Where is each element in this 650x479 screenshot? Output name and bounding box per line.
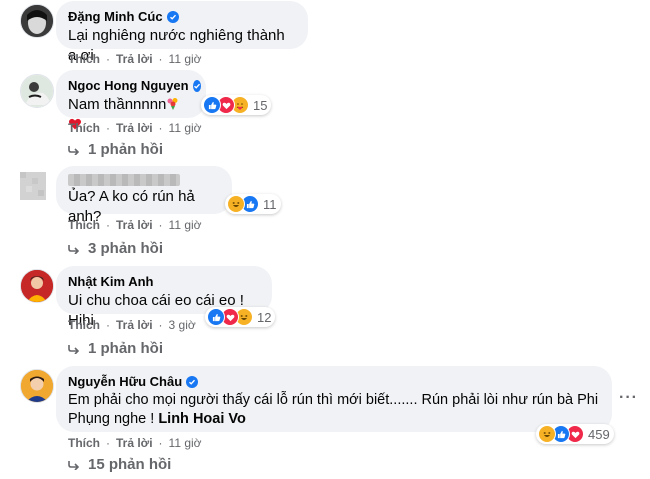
haha-reaction-icon <box>538 425 556 443</box>
reactions-summary[interactable]: 11 <box>225 194 281 214</box>
reply-arrow-icon <box>68 344 80 354</box>
like-link[interactable]: Thích <box>68 121 100 135</box>
comment-actions: Thích · Trả lời · 11 giờ <box>68 436 202 450</box>
comment-text-line: Phụng nghe ! Linh Hoai Vo <box>68 410 600 429</box>
comment-time[interactable]: 11 giờ <box>169 52 202 66</box>
view-replies-link[interactable]: 1 phản hồi <box>68 141 163 158</box>
comment-actions: Thích · Trả lời · 11 giờ <box>68 121 202 135</box>
commenter-name[interactable]: Đặng Minh Cúc <box>68 9 296 25</box>
reply-arrow-icon <box>68 460 80 470</box>
avatar[interactable] <box>20 269 54 303</box>
comment-text-content: Nam thầnnnnn <box>68 96 167 113</box>
replies-count[interactable]: 1 phản hồi <box>88 141 163 158</box>
bouquet-emoji-icon <box>166 97 180 111</box>
like-reaction-icon <box>203 96 221 114</box>
comment-bubble: Nguyễn Hữu Châu Em phải cho mọi người th… <box>56 366 612 432</box>
reply-link[interactable]: Trả lời <box>116 436 153 450</box>
reactions-summary[interactable]: 459 <box>536 424 614 444</box>
view-replies-link[interactable]: 1 phản hồi <box>68 340 163 357</box>
like-link[interactable]: Thích <box>68 218 100 232</box>
comment-bubble: Ủa? A ko có rún hả anh? <box>56 166 232 225</box>
verified-icon <box>186 376 199 388</box>
blurred-name <box>68 174 180 186</box>
comment-text-line: Em phải cho mọi người thấy cái lỗ rún th… <box>68 392 599 408</box>
comment-actions: Thích · Trả lời · 11 giờ <box>68 52 202 66</box>
reply-arrow-icon <box>68 145 80 155</box>
commenter-name-text[interactable]: Nhật Kim Anh <box>68 274 153 290</box>
view-replies-link[interactable]: 15 phản hồi <box>68 456 171 473</box>
comment-actions: Thích · Trả lời · 11 giờ <box>68 218 202 232</box>
comment-text: Em phải cho mọi người thấy cái lỗ rún th… <box>68 391 600 429</box>
replies-count[interactable]: 1 phản hồi <box>88 340 163 357</box>
commenter-name[interactable] <box>68 174 220 186</box>
reply-link[interactable]: Trả lời <box>116 121 153 135</box>
haha-reaction-icon <box>227 195 245 213</box>
reaction-count: 15 <box>253 97 268 113</box>
comment-bubble: Đặng Minh Cúc Lại nghiêng nước nghiêng t… <box>56 1 308 64</box>
comment-bubble: Ngoc Hong Nguyen Nam thầnnnnn <box>56 70 206 130</box>
comment-text-part: Phụng nghe ! <box>68 411 155 427</box>
reaction-count: 459 <box>588 426 610 442</box>
more-options-icon[interactable]: ··· <box>619 389 638 407</box>
avatar[interactable] <box>20 74 54 108</box>
comment-time[interactable]: 3 giờ <box>169 318 196 332</box>
reactions-summary[interactable]: 12 <box>205 307 276 327</box>
verified-icon <box>166 11 179 23</box>
commenter-name[interactable]: Nhật Kim Anh <box>68 274 260 290</box>
reactions-summary[interactable]: 15 <box>201 95 272 115</box>
reply-link[interactable]: Trả lời <box>116 218 153 232</box>
avatar[interactable] <box>20 4 54 38</box>
reply-arrow-icon <box>68 244 80 254</box>
like-reaction-icon <box>207 308 225 326</box>
commenter-name-text[interactable]: Ngoc Hong Nguyen <box>68 78 189 94</box>
commenter-name-text[interactable]: Nguyễn Hữu Châu <box>68 374 182 390</box>
like-link[interactable]: Thích <box>68 318 100 332</box>
comment-time[interactable]: 11 giờ <box>169 218 202 232</box>
reaction-count: 11 <box>263 196 277 212</box>
comment-actions: Thích · Trả lời · 3 giờ <box>68 318 196 332</box>
commenter-name-text[interactable]: Đặng Minh Cúc <box>68 9 163 25</box>
replies-count[interactable]: 15 phản hồi <box>88 456 171 473</box>
mention-link[interactable]: Linh Hoai Vo <box>158 411 246 427</box>
commenter-name[interactable]: Nguyễn Hữu Châu <box>68 374 600 390</box>
replies-count[interactable]: 3 phản hồi <box>88 240 163 257</box>
like-link[interactable]: Thích <box>68 52 100 66</box>
reaction-count: 12 <box>257 309 272 325</box>
reply-link[interactable]: Trả lời <box>116 318 153 332</box>
comment-time[interactable]: 11 giờ <box>169 436 202 450</box>
comment-time[interactable]: 11 giờ <box>169 121 202 135</box>
reply-link[interactable]: Trả lời <box>116 52 153 66</box>
avatar[interactable] <box>20 172 46 200</box>
view-replies-link[interactable]: 3 phản hồi <box>68 240 163 257</box>
avatar[interactable] <box>20 369 54 403</box>
like-link[interactable]: Thích <box>68 436 100 450</box>
verified-icon <box>192 80 201 92</box>
commenter-name[interactable]: Ngoc Hong Nguyen <box>68 78 201 94</box>
